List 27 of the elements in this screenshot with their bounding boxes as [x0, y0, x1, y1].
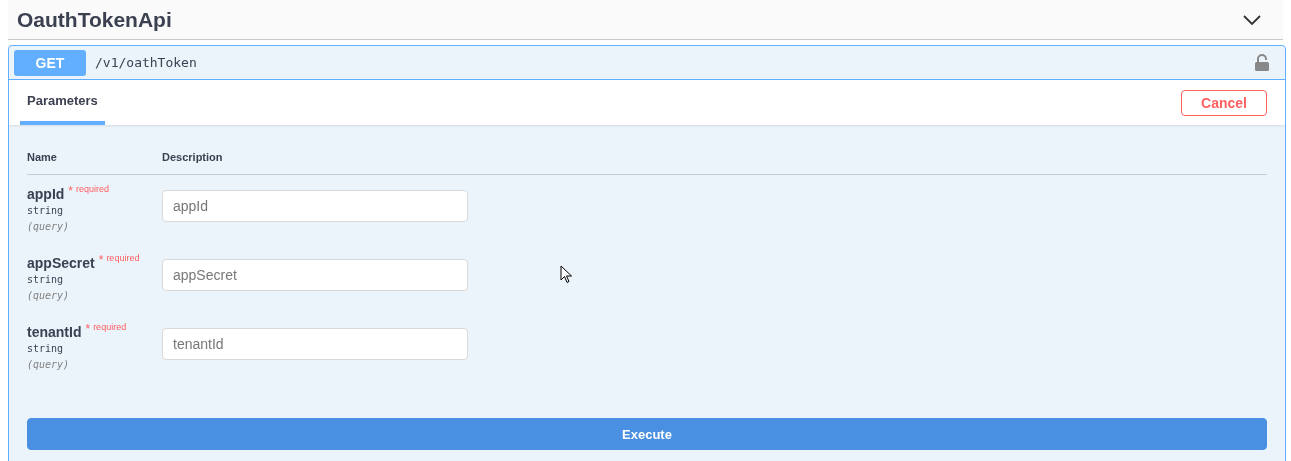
- parameter-name: tenantId: [27, 324, 82, 340]
- required-label: required: [76, 184, 110, 194]
- parameter-location: (query): [27, 359, 71, 370]
- parameter-location: (query): [27, 221, 71, 232]
- required-mark: *: [98, 253, 104, 267]
- mouse-pointer-icon: [560, 265, 573, 284]
- input-field[interactable]: appId: [162, 190, 468, 222]
- parameter-location: (query): [27, 290, 71, 301]
- endpoint-path: /v1/oathToken: [95, 55, 198, 70]
- column-header: Name: [27, 151, 58, 163]
- parameter-type: string: [27, 274, 65, 285]
- padlock-icon[interactable]: [1255, 54, 1269, 71]
- parameter-name: appSecret: [27, 255, 95, 271]
- tab[interactable]: Parameters: [20, 80, 105, 125]
- input-field[interactable]: appSecret: [162, 259, 468, 291]
- parameter-type: string: [27, 343, 65, 354]
- column-header: Description: [162, 151, 223, 163]
- section-title[interactable]: OauthTokenApi: [17, 7, 172, 32]
- required-label: required: [106, 253, 140, 263]
- required-mark: *: [85, 322, 91, 336]
- required-label: required: [93, 322, 127, 332]
- input-field[interactable]: tenantId: [162, 328, 468, 360]
- chevron-down-icon[interactable]: [1242, 13, 1262, 26]
- required-mark: *: [68, 184, 73, 198]
- method-badge: GET: [14, 49, 86, 76]
- parameter-type: string: [27, 205, 65, 216]
- parameter-name: appId: [27, 186, 65, 202]
